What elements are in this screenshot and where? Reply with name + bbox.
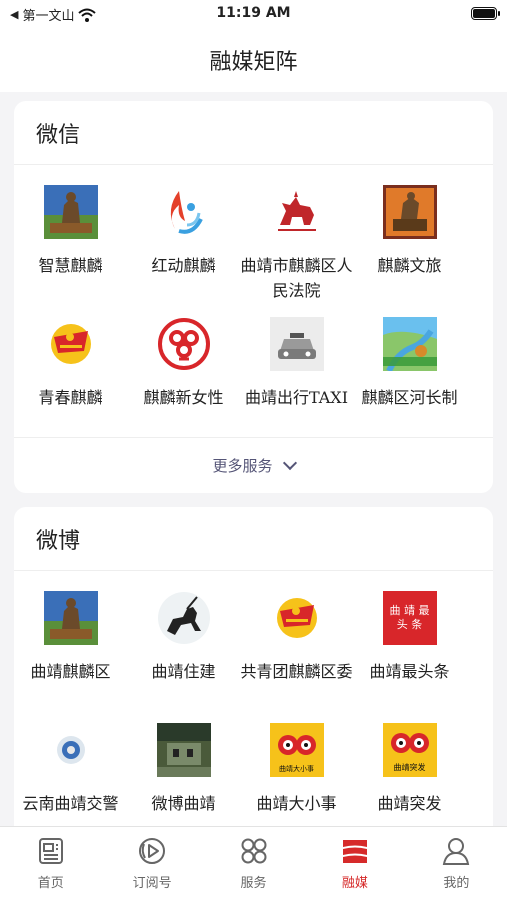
user-icon: [443, 838, 470, 865]
item-name: 曲靖最头条: [369, 662, 450, 681]
statue-logo-icon: [43, 591, 98, 645]
nav-bar: 融媒矩阵: [0, 28, 507, 92]
item-name: 共青团麒麟区委: [240, 662, 353, 681]
tab-subscriptions[interactable]: 订阅号: [101, 827, 202, 900]
weibo-item-top-news[interactable]: 曲 靖 最 头 条 曲靖最头条: [353, 571, 466, 721]
item-name: 微博曲靖: [151, 794, 216, 813]
wechat-item-hongdong-qilin[interactable]: 红动麒麟: [127, 165, 240, 315]
wechat-item-youth-qilin[interactable]: 青春麒麟: [14, 315, 127, 437]
logo-text: 曲靖大小事: [279, 765, 314, 773]
item-name: 云南曲靖交警: [22, 794, 119, 813]
youth-league-logo-icon: [44, 317, 98, 371]
item-name: 曲靖突发: [377, 794, 442, 813]
weibo-card: 微博 曲靖麒麟区 曲靖住建 共青团麒麟区委 曲 靖 最 头 条 曲靖最头条 云南…: [14, 507, 493, 837]
item-name: 曲靖大小事: [256, 794, 337, 813]
item-name: 曲靖出行TAXI: [244, 388, 349, 407]
statue-logo-icon: [43, 185, 98, 239]
wechat-item-culture-tourism[interactable]: 麒麟文旅: [353, 165, 466, 315]
logo-text: 曲 靖 最: [389, 604, 430, 617]
tab-home[interactable]: 首页: [0, 827, 101, 900]
womens-federation-logo-icon: [157, 317, 211, 371]
weibo-item-housing[interactable]: 曲靖住建: [127, 571, 240, 721]
tab-mine[interactable]: 我的: [406, 827, 507, 900]
newspaper-icon: [38, 838, 63, 864]
weibo-item-weibo-qujing[interactable]: 微博曲靖: [127, 721, 240, 821]
weibo-section-title: 微博: [14, 507, 493, 571]
tab-label: 融媒: [341, 876, 368, 891]
status-bar: ◀ 第一文山 11:19 AM: [0, 0, 507, 28]
weibo-item-big-small[interactable]: 曲靖大小事 曲靖大小事: [240, 721, 353, 821]
wechat-item-taxi[interactable]: 曲靖出行TAXI: [240, 315, 353, 437]
wechat-grid: 智慧麒麟 红动麒麟 曲靖市麒麟区人民法院 麒麟文旅 青春麒麟 麒麟新女性 曲靖出…: [14, 165, 493, 437]
wechat-item-court[interactable]: 曲靖市麒麟区人民法院: [240, 165, 353, 315]
item-name: 青春麒麟: [38, 388, 103, 407]
court-qilin-logo-icon: [270, 185, 324, 239]
media-icon: [342, 840, 367, 863]
wechat-item-new-women[interactable]: 麒麟新女性: [127, 315, 240, 437]
tab-label: 服务: [240, 876, 267, 891]
tab-services[interactable]: 服务: [203, 827, 304, 900]
battery-icon: [471, 7, 500, 20]
police-badge-logo-icon: [44, 723, 98, 777]
item-name: 曲靖住建: [151, 662, 216, 681]
weibo-item-emergency[interactable]: 曲靖突发 曲靖突发: [353, 721, 466, 821]
youth-league-logo-icon: [270, 591, 324, 645]
item-name: 曲靖市麒麟区人民法院: [240, 256, 353, 300]
tab-bar: 首页 订阅号 服务 融媒 我的: [0, 826, 507, 900]
cartoon-eyes-logo-icon: 曲靖大小事: [269, 723, 324, 777]
item-name: 红动麒麟: [151, 256, 216, 275]
tab-label: 我的: [443, 876, 470, 891]
subscribe-icon: [139, 838, 166, 864]
clock: 11:19 AM: [216, 5, 291, 21]
taxi-logo-icon: [269, 317, 324, 371]
red-flame-logo-icon: [157, 185, 211, 239]
weibo-item-youth-league[interactable]: 共青团麒麟区委: [240, 571, 353, 721]
more-services-label: 更多服务: [212, 457, 273, 475]
weibo-grid: 曲靖麒麟区 曲靖住建 共青团麒麟区委 曲 靖 最 头 条 曲靖最头条 云南曲靖交…: [14, 571, 493, 821]
river-chief-logo-icon: [382, 317, 437, 371]
item-name: 智慧麒麟: [38, 256, 103, 275]
wechat-item-zhihui-qilin[interactable]: 智慧麒麟: [14, 165, 127, 315]
item-name: 曲靖麒麟区: [30, 662, 111, 681]
page-title: 融媒矩阵: [209, 50, 298, 75]
tab-label: 订阅号: [132, 876, 172, 891]
city-photo-logo-icon: [156, 723, 211, 777]
weibo-item-qujing-qilin[interactable]: 曲靖麒麟区: [14, 571, 127, 721]
item-name: 麒麟区河长制: [361, 388, 458, 407]
cartoon-eyes-logo-2-icon: 曲靖突发: [382, 723, 437, 777]
tab-label: 首页: [37, 876, 64, 891]
logo-text: 头 条: [396, 618, 423, 631]
logo-text: 曲靖突发: [393, 763, 426, 772]
wechat-section-title: 微信: [14, 101, 493, 165]
grid-icon: [241, 838, 267, 864]
item-name: 麒麟新女性: [143, 388, 224, 407]
culture-tourism-logo-icon: [382, 185, 437, 239]
more-services-button[interactable]: 更多服务: [14, 437, 493, 493]
wechat-item-river-chief[interactable]: 麒麟区河长制: [353, 315, 466, 437]
tab-media-matrix[interactable]: 融媒: [304, 827, 405, 900]
chevron-down-icon: [282, 455, 297, 471]
weibo-item-traffic-police[interactable]: 云南曲靖交警: [14, 721, 127, 821]
horse-rider-logo-icon: [157, 591, 211, 645]
top-news-logo-icon: 曲 靖 最 头 条: [382, 591, 437, 645]
item-name: 麒麟文旅: [377, 256, 442, 275]
wechat-card: 微信 智慧麒麟 红动麒麟 曲靖市麒麟区人民法院 麒麟文旅 青春麒麟 麒麟新女性 …: [14, 101, 493, 493]
